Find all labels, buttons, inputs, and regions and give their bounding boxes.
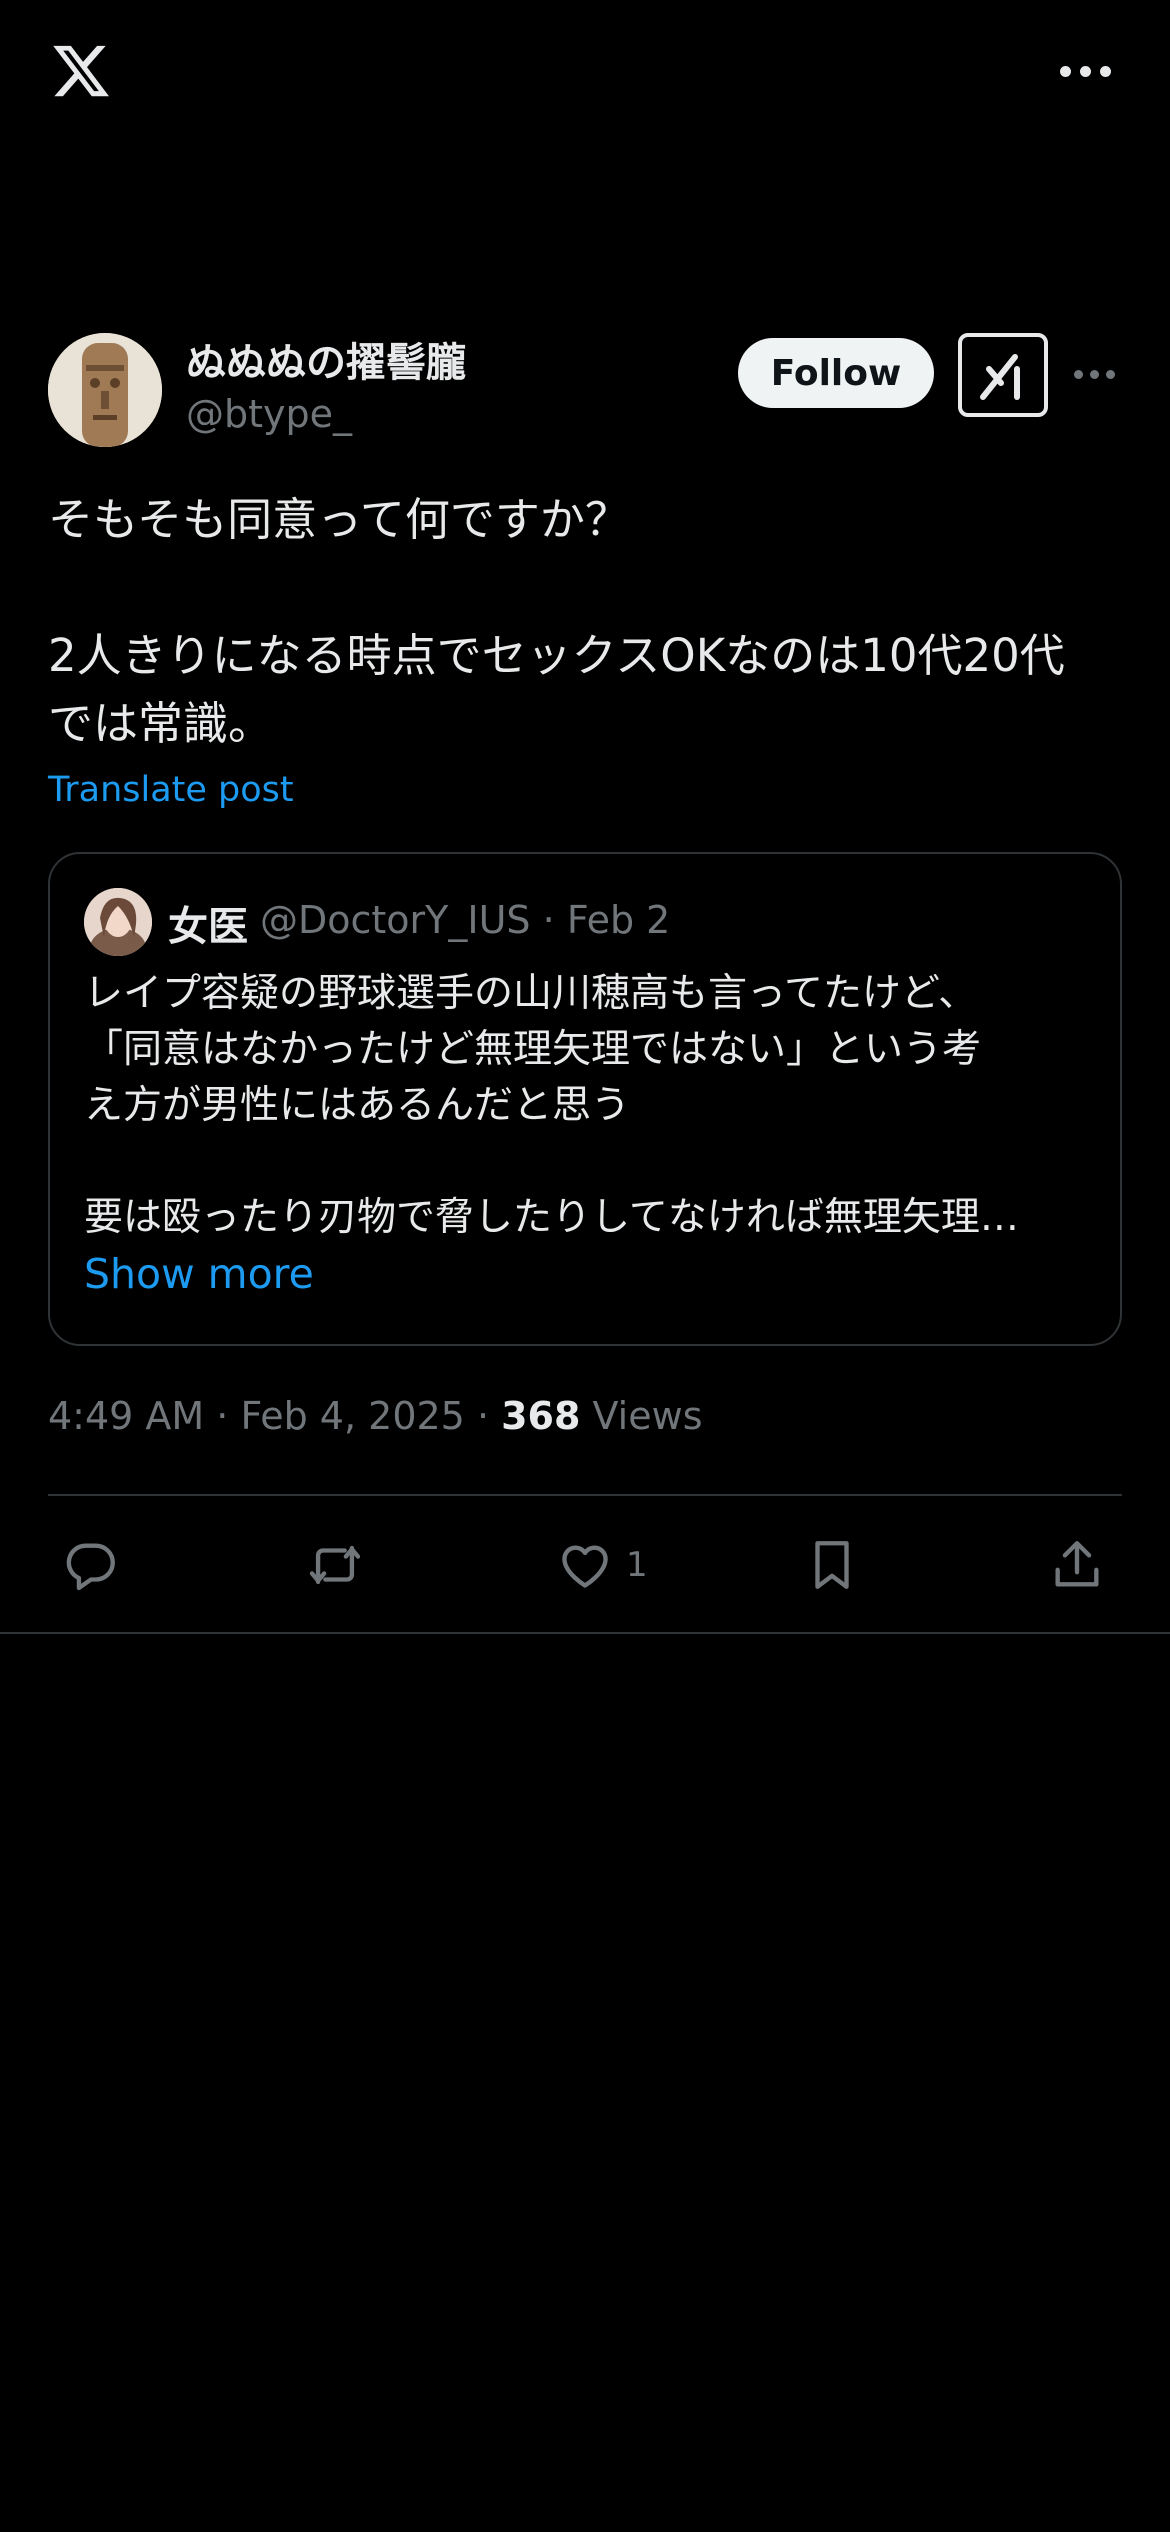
like-count: 1 bbox=[626, 1545, 648, 1585]
meta-separator: · bbox=[464, 1394, 502, 1438]
quote-avatar-image bbox=[84, 888, 152, 956]
follow-button[interactable]: Follow bbox=[738, 338, 934, 408]
post-line: 2人きりになる時点でセックスOKなのは10代20代 bbox=[48, 629, 1065, 682]
author-handle[interactable]: @btype_ bbox=[186, 392, 352, 436]
reply-button[interactable] bbox=[62, 1530, 120, 1600]
quote-date: Feb 2 bbox=[566, 898, 671, 942]
quote-meta: @DoctorY_IUS · Feb 2 bbox=[260, 898, 670, 942]
quote-line: 要は殴ったり刃物で脅したりしてなければ無理矢理… bbox=[84, 1195, 1019, 1240]
show-more-link[interactable]: Show more bbox=[84, 1250, 314, 1298]
bookmark-icon bbox=[815, 1541, 849, 1589]
post-line: そもそも同意って何ですか？ bbox=[48, 493, 630, 546]
more-horizontal-icon[interactable] bbox=[1060, 60, 1112, 82]
post-meta: 4:49 AM · Feb 4, 2025 · 368 Views bbox=[48, 1394, 703, 1438]
reply-icon bbox=[66, 1543, 115, 1591]
post-more-icon[interactable] bbox=[1074, 366, 1118, 382]
quote-text: レイプ容疑の野球選手の山川穂高も言ってたけど、 「同意はなかったけど無理矢理では… bbox=[84, 966, 1094, 1246]
post-line: では常識。 bbox=[48, 697, 274, 750]
views-count[interactable]: 368 bbox=[501, 1394, 580, 1438]
meta-separator: · bbox=[204, 1394, 241, 1438]
avatar[interactable] bbox=[48, 333, 162, 447]
quote-avatar[interactable] bbox=[84, 888, 152, 956]
quote-handle: @DoctorY_IUS bbox=[260, 898, 531, 942]
post-text: そもそも同意って何ですか？ 2人きりになる時点でセックスOKなのは10代20代 … bbox=[48, 486, 1128, 758]
heart-icon bbox=[562, 1545, 608, 1588]
action-bar: 1 bbox=[0, 1530, 1170, 1600]
grok-icon[interactable] bbox=[958, 333, 1048, 417]
quote-line: え方が男性にはあるんだと思う bbox=[84, 1083, 631, 1128]
post-time[interactable]: 4:49 AM bbox=[48, 1394, 204, 1438]
author-name[interactable]: ぬぬぬの擢髻朧 bbox=[186, 330, 466, 388]
quote-line: 「同意はなかったけど無理矢理ではない」という考 bbox=[84, 1027, 982, 1072]
quote-author-name: 女医 bbox=[168, 904, 248, 950]
divider bbox=[0, 1632, 1170, 1634]
post-detail-page: ぬぬぬの擢髻朧 @btype_ Follow そもそも同意って何ですか？ 2人き… bbox=[0, 0, 1170, 2532]
divider bbox=[48, 1494, 1122, 1496]
bookmark-button[interactable] bbox=[803, 1530, 861, 1600]
share-button[interactable] bbox=[1048, 1530, 1106, 1600]
like-button[interactable]: 1 bbox=[556, 1530, 648, 1600]
avatar-image bbox=[48, 333, 162, 447]
quote-line: レイプ容疑の野球選手の山川穂高も言ってたけど、 bbox=[84, 971, 978, 1016]
translate-post-link[interactable]: Translate post bbox=[48, 770, 294, 810]
quoted-post[interactable]: 女医 @DoctorY_IUS · Feb 2 レイプ容疑の野球選手の山川穂高も… bbox=[48, 852, 1122, 1346]
views-label[interactable]: Views bbox=[580, 1394, 703, 1438]
x-logo-icon[interactable] bbox=[48, 40, 114, 102]
post-date[interactable]: Feb 4, 2025 bbox=[240, 1394, 464, 1438]
quote-separator: · bbox=[542, 898, 555, 942]
repost-icon bbox=[309, 1545, 361, 1585]
share-icon bbox=[1055, 1541, 1099, 1587]
top-bar bbox=[0, 0, 1170, 150]
repost-button[interactable] bbox=[306, 1530, 364, 1600]
